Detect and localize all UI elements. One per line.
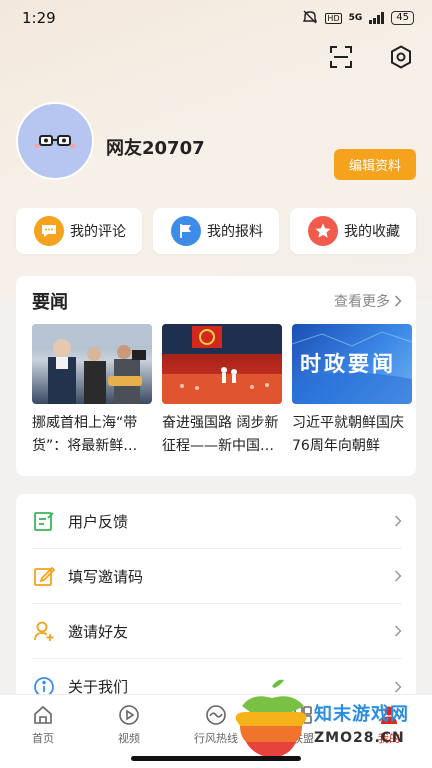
nav-label: 我的 — [378, 732, 400, 745]
edit-icon — [32, 564, 56, 588]
edit-profile-button[interactable]: 编辑资料 — [334, 149, 416, 180]
my-favorites-button[interactable]: 我的收藏 — [290, 208, 416, 254]
settings-gear-icon[interactable] — [386, 42, 416, 72]
my-reports-button[interactable]: 我的报料 — [153, 208, 279, 254]
settings-label: 填写邀请码 — [68, 567, 144, 586]
invite-friends-row[interactable]: 邀请好友 — [32, 604, 402, 659]
profile-icon — [377, 703, 401, 727]
battery-indicator: 45 — [391, 11, 414, 25]
comment-icon — [34, 216, 64, 246]
quick-action-label: 我的收藏 — [344, 224, 400, 240]
news-thumbnail — [32, 324, 152, 404]
nav-label: 首页 — [32, 732, 54, 745]
news-item[interactable]: 奋进强国路 阔步新征程——新中国… — [162, 324, 282, 458]
status-indicators: HD 5G 45 — [302, 10, 414, 27]
news-headline: 挪威首相上海“带货”：将最新鲜… — [32, 415, 138, 454]
username: 网友20707 — [106, 138, 205, 159]
settings-card: 用户反馈 填写邀请码 邀请好友 关于我们 — [16, 494, 416, 714]
news-item[interactable]: 挪威首相上海“带货”：将最新鲜… — [32, 324, 152, 458]
my-comments-button[interactable]: 我的评论 — [16, 208, 142, 254]
network-label: 5G — [348, 13, 363, 23]
news-item[interactable]: 时政要闻 习近平就朝鲜国庆76周年向朝鲜 — [292, 324, 412, 458]
chevron-right-icon — [394, 625, 402, 637]
news-card: 要闻 查看更多 挪威首相上海“带货”：将最新鲜… 奋进强国路 阔步新征程——新中… — [16, 276, 416, 476]
profile-section: 网友20707 编辑资料 — [16, 102, 416, 182]
invite-code-row[interactable]: 填写邀请码 — [32, 549, 402, 604]
news-headline: 习近平就朝鲜国庆76周年向朝鲜 — [292, 415, 404, 454]
chevron-right-icon — [394, 680, 402, 693]
top-toolbar — [326, 42, 416, 72]
play-icon — [117, 703, 141, 727]
chevron-right-icon — [394, 570, 402, 582]
nav-home[interactable]: 首页 — [8, 703, 78, 746]
scan-icon[interactable] — [326, 42, 356, 72]
flag-icon — [171, 216, 201, 246]
news-header: 要闻 查看更多 — [32, 288, 402, 314]
nav-alliance[interactable]: 联盟 — [268, 703, 338, 746]
avatar[interactable] — [16, 102, 94, 180]
nav-profile[interactable]: 我的 — [354, 703, 424, 746]
nav-label: 视频 — [118, 732, 140, 745]
feedback-icon — [32, 509, 56, 533]
invite-user-icon — [32, 619, 56, 643]
alliance-icon — [291, 703, 315, 727]
chevron-right-icon — [394, 295, 402, 307]
hotline-icon — [204, 703, 228, 727]
news-image-caption: 时政要闻 — [300, 352, 396, 376]
quick-action-label: 我的评论 — [70, 224, 126, 240]
quick-action-label: 我的报料 — [207, 224, 263, 240]
view-more-link[interactable]: 查看更多 — [334, 291, 402, 311]
news-thumbnail — [162, 324, 282, 404]
mute-icon — [302, 10, 318, 27]
nav-video[interactable]: 视频 — [94, 703, 164, 746]
settings-label: 用户反馈 — [68, 512, 129, 531]
settings-label: 邀请好友 — [68, 622, 129, 641]
nav-hotline[interactable]: 行风热线 — [181, 703, 251, 746]
home-icon — [31, 703, 55, 727]
hd-badge: HD — [325, 12, 342, 24]
news-headline: 奋进强国路 阔步新征程——新中国… — [162, 415, 279, 454]
status-time: 1:29 — [22, 9, 56, 27]
view-more-label: 查看更多 — [334, 294, 390, 310]
chevron-right-icon — [394, 515, 402, 527]
signal-icon — [369, 12, 385, 24]
nav-label: 联盟 — [292, 732, 314, 745]
home-indicator — [131, 756, 301, 761]
user-feedback-row[interactable]: 用户反馈 — [32, 494, 402, 549]
nav-label: 行风热线 — [194, 732, 238, 745]
news-list: 挪威首相上海“带货”：将最新鲜… 奋进强国路 阔步新征程——新中国… 时政要闻 … — [32, 324, 412, 458]
news-thumbnail: 时政要闻 — [292, 324, 412, 404]
news-section-title: 要闻 — [32, 292, 68, 313]
status-bar: 1:29 HD 5G 45 — [0, 0, 432, 36]
quick-actions: 我的评论 我的报料 我的收藏 — [16, 208, 416, 254]
star-icon — [308, 216, 338, 246]
